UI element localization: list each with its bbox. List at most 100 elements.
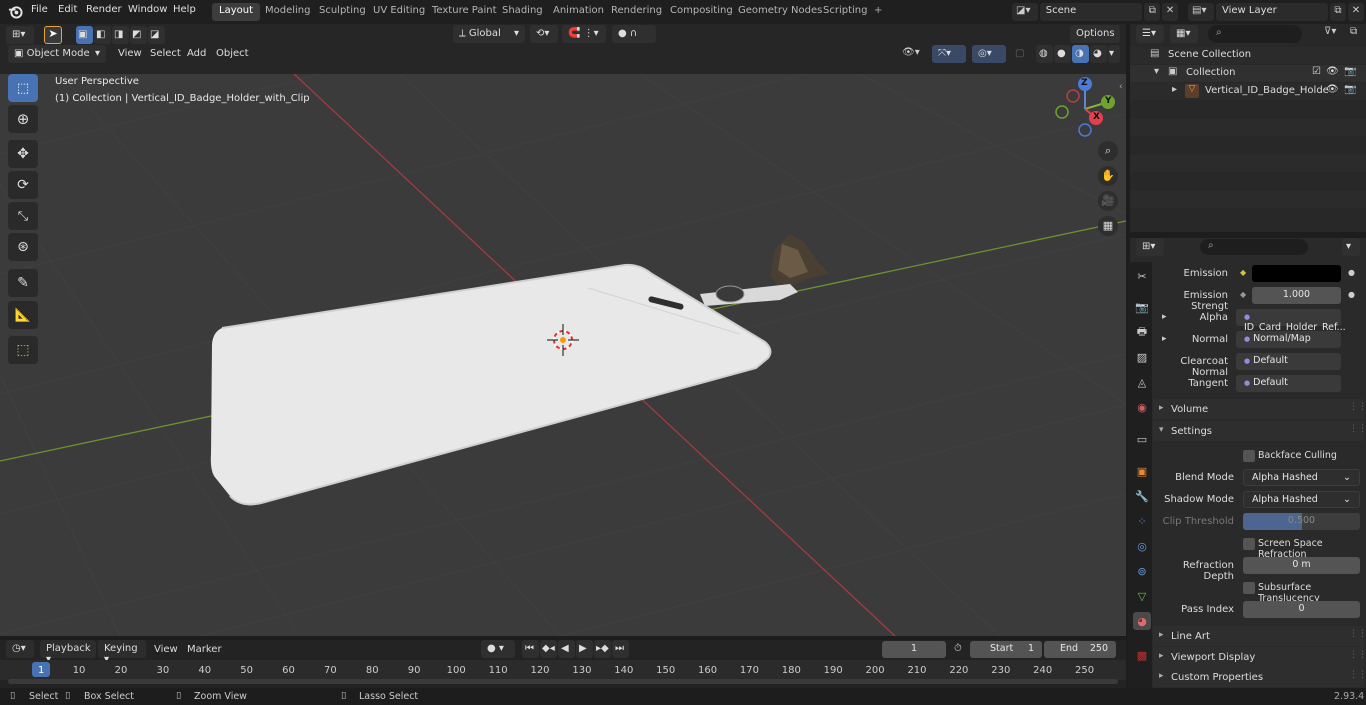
gizmo-toggle-icon[interactable]: ⤧▾ <box>932 45 966 63</box>
backface-culling-checkbox[interactable] <box>1243 450 1255 462</box>
tab-shading[interactable]: Shading <box>495 3 550 21</box>
visibility-icon[interactable]: 👁▾ <box>902 47 920 58</box>
prev-keyframe-icon[interactable]: ◆◂ <box>540 640 557 658</box>
next-keyframe-icon[interactable]: ▸◆ <box>594 640 611 658</box>
blend-mode-dropdown[interactable]: Alpha Hashed ⌄ <box>1243 469 1360 486</box>
current-frame-field[interactable]: 1 <box>882 641 946 658</box>
timeline-scrollbar[interactable] <box>8 679 1118 684</box>
blender-logo-icon[interactable] <box>8 4 23 19</box>
select-invert-icon[interactable]: ◩ <box>130 26 147 44</box>
tangent-field[interactable]: ● Default <box>1236 375 1341 392</box>
select-extend-icon[interactable]: ◧ <box>94 26 111 44</box>
line-art-section-header[interactable]: ▸ Line Art ⋮⋮ <box>1153 626 1366 646</box>
rotate-tool[interactable]: ⟳ <box>8 171 38 199</box>
solid-shading-icon[interactable]: ● <box>1054 45 1071 63</box>
physics-tab-icon[interactable]: ◎ <box>1133 537 1151 555</box>
new-collection-icon[interactable]: ⧉ <box>1350 26 1357 37</box>
tab-layout[interactable]: Layout <box>212 3 260 21</box>
tab-geometry-nodes[interactable]: Geometry Nodes <box>731 3 829 21</box>
outliner-editor-type-icon[interactable]: ☰▾ <box>1136 25 1164 43</box>
select-subtract-icon[interactable]: ◨ <box>112 26 129 44</box>
screen-space-refraction-checkbox[interactable] <box>1243 538 1255 550</box>
texture-tab-icon[interactable]: ▩ <box>1133 646 1151 664</box>
viewport-menu-view[interactable]: View <box>118 48 142 59</box>
pass-index-field[interactable]: 0 <box>1243 601 1360 618</box>
tool-tab-icon[interactable]: ✂ <box>1133 267 1151 285</box>
tab-uv-editing[interactable]: UV Editing <box>366 3 432 21</box>
delete-scene-icon[interactable]: ✕ <box>1162 3 1179 21</box>
playback-dropdown[interactable]: Playback ▾ <box>40 640 96 665</box>
stopwatch-icon[interactable]: ⏱ <box>954 643 962 654</box>
expand-chevron-icon[interactable]: ▾ <box>1154 66 1159 77</box>
auto-keying-record-icon[interactable]: ● ▾ <box>481 640 515 658</box>
menu-help[interactable]: Help <box>173 4 196 15</box>
properties-editor-type-icon[interactable]: ⊞▾ <box>1136 238 1164 256</box>
select-box-tool[interactable]: ⬚ <box>8 74 38 102</box>
material-tab-icon[interactable]: ◕ <box>1133 612 1151 630</box>
delete-view-layer-icon[interactable]: ✕ <box>1348 3 1364 21</box>
display-mode-icon[interactable]: ▦▾ <box>1170 25 1198 43</box>
viewport-display-section-header[interactable]: ▸ Viewport Display ⋮⋮ <box>1153 647 1366 667</box>
refraction-depth-field[interactable]: 0 m <box>1243 557 1360 574</box>
transform-orientation-dropdown[interactable]: ⟂ Global ▾ <box>453 25 525 43</box>
subsurface-translucency-checkbox[interactable] <box>1243 582 1255 594</box>
sidebar-toggle-icon[interactable]: ‹ <box>1119 82 1123 92</box>
timeline-editor-type-icon[interactable]: ◷▾ <box>6 640 34 658</box>
properties-search-input[interactable]: ⌕ <box>1200 239 1308 255</box>
shading-options-chevron-icon[interactable]: ▾ <box>1108 45 1120 63</box>
timeline-menu-view[interactable]: View <box>154 644 178 655</box>
play-icon[interactable]: ▶ <box>576 640 593 658</box>
tab-scripting[interactable]: Scripting <box>816 3 874 21</box>
modifier-wrench-icon[interactable]: 🔧 <box>1133 487 1151 505</box>
keyframe-dot-icon[interactable]: ● <box>1348 268 1355 277</box>
outliner-row-scene-collection[interactable]: ▤ Scene Collection <box>1130 47 1366 64</box>
volume-section-header[interactable]: ▸ Volume ⋮⋮ <box>1153 399 1366 419</box>
object-tab-icon[interactable]: ▣ <box>1133 462 1151 480</box>
scale-tool[interactable]: ⤡ <box>8 202 38 230</box>
drag-handle-icon[interactable]: ⋮⋮ <box>1349 650 1366 660</box>
expand-chevron-icon[interactable]: ▸ <box>1172 84 1177 95</box>
snapping-icon[interactable]: 🧲 ⋮▾ <box>562 25 606 43</box>
add-workspace-button[interactable]: + <box>867 3 889 21</box>
camera-view-icon[interactable]: 🎥 <box>1098 191 1118 211</box>
drag-handle-icon[interactable]: ⋮⋮ <box>1349 670 1366 680</box>
settings-section-header[interactable]: ▾ Settings ⋮⋮ <box>1153 421 1366 441</box>
zoom-icon[interactable]: ⌕ <box>1098 141 1118 161</box>
tab-rendering[interactable]: Rendering <box>604 3 669 21</box>
pan-hand-icon[interactable]: ✋ <box>1098 166 1118 186</box>
cursor-tool[interactable]: ⊕ <box>8 105 38 133</box>
eye-icon[interactable]: 👁 <box>1326 84 1339 95</box>
menu-edit[interactable]: Edit <box>58 4 77 15</box>
wireframe-shading-icon[interactable]: ◍ <box>1036 45 1053 63</box>
drag-handle-icon[interactable]: ⋮⋮ <box>1349 402 1366 412</box>
proportional-editing-icon[interactable]: ● ∩ <box>612 25 656 43</box>
material-preview-shading-icon[interactable]: ◑ <box>1072 45 1089 63</box>
add-cube-tool[interactable]: ⬚ <box>8 336 38 364</box>
scene-selector[interactable]: ◪▾ Scene ⧉ ✕ <box>1012 3 1179 21</box>
pivot-point-icon[interactable]: ⟲▾ <box>530 25 558 43</box>
jump-start-icon[interactable]: ⏮ <box>522 640 539 658</box>
outliner-row-collection[interactable]: ▾ ▣ Collection ☑ 👁 📷 <box>1130 65 1366 82</box>
mode-dropdown[interactable]: ▣ Object Mode ▾ <box>8 45 106 63</box>
world-tab-icon[interactable]: ◉ <box>1133 398 1151 416</box>
alpha-link-field[interactable]: ● ID_Card_Holder_Ref... <box>1236 309 1346 333</box>
emission-color-swatch[interactable] <box>1252 265 1341 282</box>
editor-type-icon[interactable]: ⊞▾ <box>6 26 34 44</box>
perspective-grid-icon[interactable]: ▦ <box>1098 216 1118 236</box>
overlay-toggle-icon[interactable]: ◎▾ <box>972 45 1006 63</box>
timeline-menu-marker[interactable]: Marker <box>187 644 222 655</box>
tab-sculpting[interactable]: Sculpting <box>312 3 373 21</box>
menu-window[interactable]: Window <box>128 4 167 15</box>
move-tool[interactable]: ✥ <box>8 140 38 168</box>
tab-modeling[interactable]: Modeling <box>258 3 318 21</box>
tab-animation[interactable]: Animation <box>546 3 611 21</box>
end-frame-field[interactable]: End 250 <box>1044 641 1116 658</box>
select-cursor-icon[interactable]: ➤ <box>44 26 62 44</box>
keying-dropdown[interactable]: Keying ▾ <box>98 640 146 665</box>
properties-options-chevron-icon[interactable]: ▾ <box>1342 238 1360 256</box>
particles-tab-icon[interactable]: ⁘ <box>1133 512 1151 530</box>
render-tab-icon[interactable]: 📷 <box>1133 298 1151 316</box>
3d-viewport[interactable]: User Perspective (1) Collection | Vertic… <box>0 74 1126 636</box>
rendered-shading-icon[interactable]: ◕ <box>1090 45 1107 63</box>
select-intersect-icon[interactable]: ◪ <box>148 26 165 44</box>
